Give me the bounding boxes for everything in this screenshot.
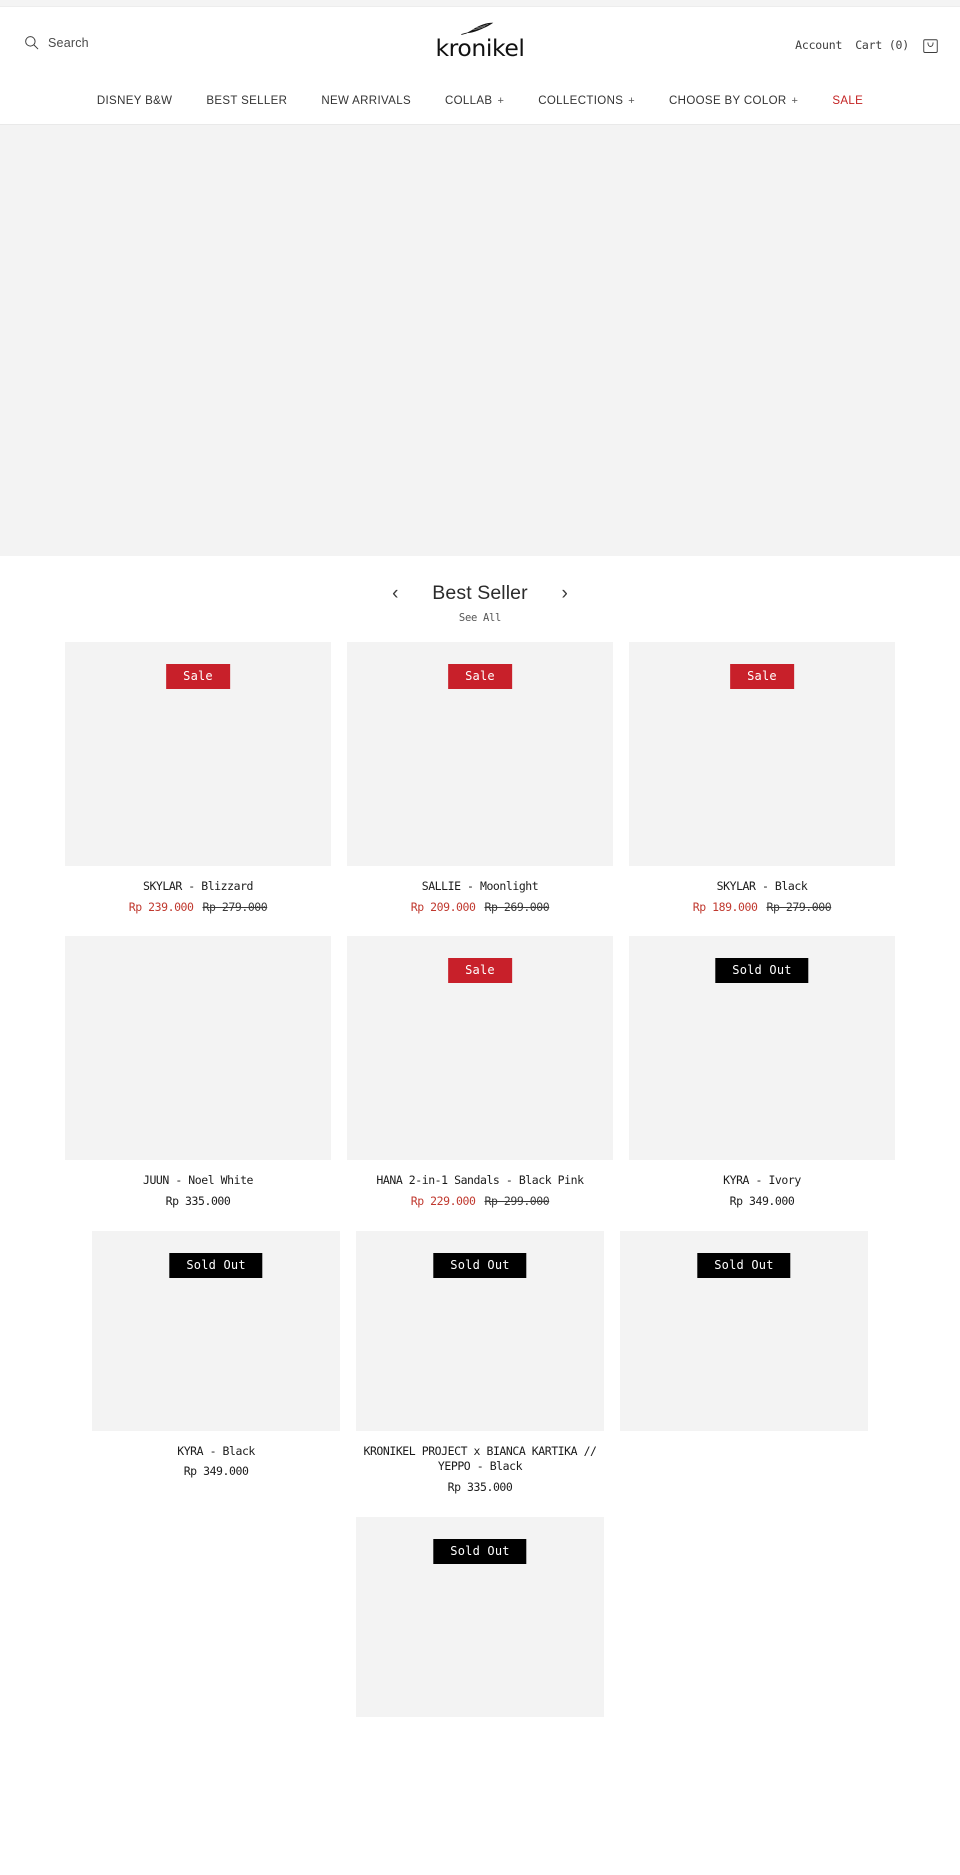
product-price: Rp 349.000	[92, 1464, 340, 1479]
header-account-cart: Account Cart (0)	[795, 36, 939, 54]
site-header: Search kronikel Account Cart (0)	[0, 7, 960, 85]
status-badge: Sold Out	[697, 1252, 791, 1278]
product-image[interactable]: Sale	[65, 642, 331, 866]
product-card[interactable]: Sold Out KRONIKEL PROJECT x BIANCA KARTI…	[348, 1230, 612, 1495]
product-image[interactable]: Sold Out	[356, 1230, 604, 1431]
product-price: Rp 349.000	[629, 1194, 895, 1209]
nav-item-new-arrivals[interactable]: NEW ARRIVALS	[304, 90, 428, 112]
current-price: Rp 189.000	[692, 899, 758, 914]
current-price: Rp 239.000	[128, 899, 194, 914]
product-card[interactable]: JUUN - Noel White Rp 335.000	[57, 936, 339, 1208]
status-badge: Sale	[448, 664, 512, 689]
status-badge: Sale	[730, 664, 794, 689]
product-card[interactable]: Sale SKYLAR - Black Rp 189.000 Rp 279.000	[621, 642, 903, 914]
expand-plus-icon: +	[497, 95, 505, 107]
current-price: Rp 349.000	[183, 1464, 249, 1479]
product-image[interactable]: Sale	[628, 642, 895, 866]
product-price: Rp 229.000 Rp 299.000	[347, 1194, 613, 1209]
current-price: Rp 349.000	[729, 1193, 795, 1208]
status-badge: Sale	[166, 664, 230, 689]
product-card[interactable]: Sold Out	[348, 1516, 612, 1717]
section-title: Best Seller	[432, 582, 528, 604]
account-link[interactable]: Account	[795, 38, 842, 52]
product-title[interactable]: SKYLAR - Blizzard	[65, 879, 331, 895]
nav-item-label: CHOOSE BY COLOR	[669, 95, 787, 107]
status-badge: Sold Out	[169, 1252, 263, 1278]
nav-item-label: COLLAB	[444, 95, 493, 107]
nav-item-disney-bw[interactable]: DISNEY B&W	[80, 90, 190, 112]
compare-price: Rp 269.000	[484, 899, 550, 914]
product-image[interactable]: Sale	[347, 936, 613, 1161]
product-card[interactable]: Sold Out KYRA - Ivory Rp 349.000	[621, 936, 903, 1208]
cart-link[interactable]: Cart (0)	[855, 38, 909, 52]
product-title[interactable]: SALLIE - Moonlight	[347, 879, 613, 895]
carousel-prev-arrow-icon[interactable]: ‹	[386, 584, 404, 603]
compare-price: Rp 279.000	[202, 899, 268, 914]
product-image[interactable]: Sale	[347, 642, 613, 866]
product-title[interactable]: SKYLAR - Black	[629, 879, 895, 895]
nav-item-best-seller[interactable]: BEST SELLER	[189, 90, 304, 112]
nav-item-label: NEW ARRIVALS	[321, 95, 411, 107]
hero-banner[interactable]	[0, 125, 960, 556]
product-price: Rp 335.000	[65, 1194, 331, 1209]
status-badge: Sale	[448, 958, 512, 984]
current-price: Rp 209.000	[410, 899, 476, 914]
status-badge: Sold Out	[433, 1538, 527, 1564]
product-image[interactable]: Sold Out	[628, 936, 895, 1161]
product-card[interactable]: Sale HANA 2-in-1 Sandals - Black Pink Rp…	[339, 936, 621, 1208]
compare-price: Rp 299.000	[484, 1193, 550, 1208]
nav-item-collab[interactable]: COLLAB +	[428, 90, 521, 112]
compare-price: Rp 279.000	[766, 899, 832, 914]
product-grid: Sale SKYLAR - Blizzard Rp 239.000 Rp 279.…	[0, 642, 960, 1739]
status-badge: Sold Out	[715, 958, 809, 984]
carousel-next-arrow-icon[interactable]: ›	[556, 584, 574, 603]
status-badge: Sold Out	[433, 1252, 527, 1278]
product-image[interactable]	[65, 936, 331, 1161]
expand-plus-icon: +	[791, 95, 799, 107]
storefront-page: Search kronikel Account Cart (0) DISNEY …	[0, 0, 960, 1875]
current-price: Rp 229.000	[410, 1193, 476, 1208]
product-title[interactable]: HANA 2-in-1 Sandals - Black Pink	[347, 1173, 613, 1189]
nav-item-sale[interactable]: SALE	[815, 90, 880, 112]
product-title[interactable]: KRONIKEL PROJECT x BIANCA KARTIKA // YEP…	[356, 1444, 604, 1475]
product-price: Rp 239.000 Rp 279.000	[65, 900, 331, 915]
nav-item-label: COLLECTIONS	[538, 95, 624, 107]
product-price: Rp 209.000 Rp 269.000	[347, 900, 613, 915]
product-image[interactable]: Sold Out	[619, 1230, 868, 1431]
see-all-link[interactable]: See All	[459, 612, 501, 624]
expand-plus-icon: +	[628, 95, 636, 107]
nav-item-collections[interactable]: COLLECTIONS +	[521, 90, 652, 112]
nav-item-choose-by-color[interactable]: CHOOSE BY COLOR +	[652, 90, 815, 112]
product-card[interactable]: Sale SALLIE - Moonlight Rp 209.000 Rp 269…	[339, 642, 621, 914]
product-card[interactable]: Sold Out KYRA - Black Rp 349.000	[84, 1230, 348, 1495]
current-price: Rp 335.000	[165, 1193, 231, 1208]
nav-item-label: BEST SELLER	[206, 95, 288, 107]
product-card[interactable]: Sold Out	[612, 1230, 876, 1495]
section-header: ‹ Best Seller ›	[0, 582, 960, 605]
product-title[interactable]: KYRA - Black	[92, 1444, 340, 1460]
product-image[interactable]: Sold Out	[356, 1516, 604, 1717]
see-all-wrapper: See All	[0, 608, 960, 626]
nav-item-label: DISNEY B&W	[96, 95, 173, 107]
current-price: Rp 335.000	[447, 1479, 513, 1494]
product-title[interactable]: KYRA - Ivory	[629, 1173, 895, 1189]
best-seller-section: ‹ Best Seller › See All Sale SKYLAR - Bl…	[0, 556, 960, 1739]
product-image[interactable]: Sold Out	[92, 1230, 341, 1431]
product-price: Rp 189.000 Rp 279.000	[629, 900, 895, 915]
product-title[interactable]: JUUN - Noel White	[65, 1173, 331, 1189]
product-price: Rp 335.000	[356, 1480, 604, 1495]
shopping-bag-icon[interactable]	[922, 36, 939, 54]
nav-item-label: SALE	[832, 95, 864, 107]
top-announcement-strip	[0, 0, 960, 7]
main-navigation: DISNEY B&W BEST SELLER NEW ARRIVALS COLL…	[0, 85, 960, 125]
product-card[interactable]: Sale SKYLAR - Blizzard Rp 239.000 Rp 279.…	[57, 642, 339, 914]
